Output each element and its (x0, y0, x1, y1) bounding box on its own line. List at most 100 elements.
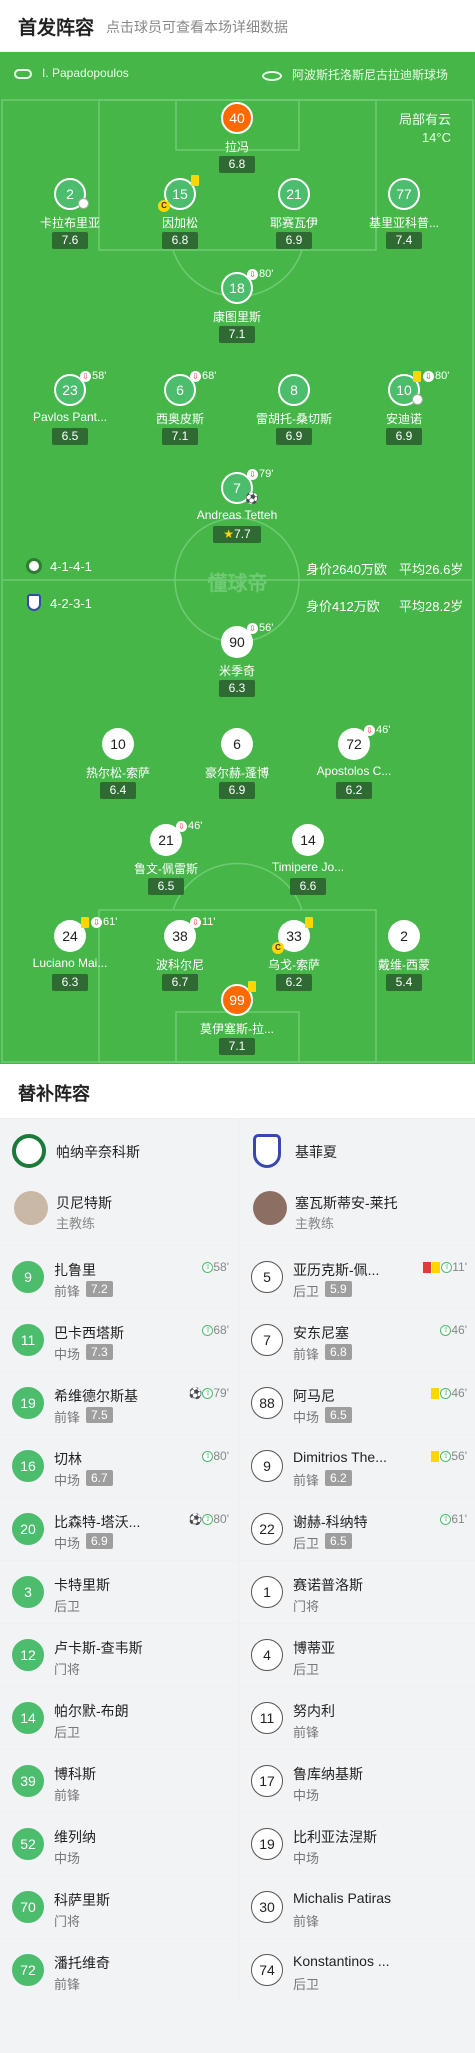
home-coach[interactable]: 贝尼特斯 主教练 (0, 1179, 237, 1245)
sub-out-icon: ⇩ (247, 468, 258, 480)
away-coach[interactable]: 塞瓦斯蒂安-莱托 主教练 (239, 1179, 475, 1245)
sub-player-row[interactable]: 19 希维德尔斯基 前锋 7.5 ⚽ ⇧ 79' (0, 1371, 237, 1434)
player-rating: 6.9 (219, 782, 255, 799)
sub-player-row[interactable]: 74 Konstantinos ... 后卫 (239, 1938, 475, 2001)
sub-player-row[interactable]: 30 Michalis Patiras 前锋 (239, 1875, 475, 1938)
sub-out-icon: ⇩ (176, 820, 187, 832)
home-player[interactable]: 8 雷胡托-桑切斯 6.9 (234, 374, 354, 454)
sub-player-row[interactable]: 52 维列纳 中场 (0, 1812, 237, 1875)
sub-player-row[interactable]: 39 博科斯 前锋 (0, 1749, 237, 1812)
player-rating: 7.6 (52, 232, 88, 249)
sub-player-row[interactable]: 22 谢赫-科纳特 后卫 6.5 ⇧ 61' (239, 1497, 475, 1560)
home-player[interactable]: 40 拉冯 6.8 (177, 102, 297, 182)
sub-time: 68' (213, 1323, 229, 1337)
away-value: 身价412万欧 (306, 599, 380, 614)
sub-player-row[interactable]: 12 卢卡斯-查韦斯 门将 (0, 1623, 237, 1686)
away-player[interactable]: 2 戴维-西蒙 5.4 (344, 920, 464, 1000)
away-player[interactable]: 99 莫伊塞斯-拉... 7.1 (177, 981, 297, 1064)
temperature-text: 14°C (421, 130, 451, 145)
sub-player-row[interactable]: 70 科萨里斯 门将 (0, 1875, 237, 1938)
away-player[interactable]: 24 ⇩ 61' Luciano Mai... 6.3 (10, 916, 130, 1000)
sub-player-row[interactable]: 9 Dimitrios The... 前锋 6.2 ⇧ 56' (239, 1434, 475, 1497)
home-player[interactable]: 6 ⇩ 68' 西奥皮斯 7.1 (120, 370, 240, 454)
home-player[interactable]: 2 卡拉布里亚 7.6 (10, 178, 130, 258)
sub-player-row[interactable]: 72 潘托维奇 前锋 (0, 1938, 237, 2001)
home-player[interactable]: 77 基里亚科普... 7.4 (344, 178, 464, 258)
player-name: 因加松 (161, 216, 198, 230)
sub-player-row[interactable]: 17 鲁库纳基斯 中场 (239, 1749, 475, 1812)
sub-position: 后卫 (293, 1977, 320, 1992)
sub-player-row[interactable]: 1 赛诺普洛斯 门将 (239, 1560, 475, 1623)
player-rating: 6.3 (52, 974, 88, 991)
sub-name: 谢赫-科纳特 (293, 1514, 368, 1530)
away-player[interactable]: 10 热尔松-索萨 6.4 (58, 728, 178, 808)
sub-event: ⇧ 61' (440, 1512, 467, 1526)
home-player[interactable]: 15 C 因加松 6.8 (120, 175, 240, 258)
away-team-header[interactable]: 基菲夏 (239, 1119, 475, 1179)
sub-rating: 6.2 (325, 1470, 352, 1486)
sub-rating: 5.9 (325, 1281, 352, 1297)
sub-name: Konstantinos ... (293, 1953, 390, 1969)
subs-header: 替补阵容 (0, 1064, 475, 1118)
sub-player-row[interactable]: 11 努内利 前锋 (239, 1686, 475, 1749)
player-rating: 6.9 (276, 428, 312, 445)
home-player[interactable]: 21 耶赛瓦伊 6.9 (234, 178, 354, 258)
sub-number: 9 (251, 1450, 283, 1482)
away-player[interactable]: 14 Timipere Jo... 6.6 (248, 824, 368, 904)
yellow-card-icon (81, 917, 89, 928)
sub-player-row[interactable]: 7 安东尼塞 前锋 6.8 ⇧ 46' (239, 1308, 475, 1371)
sub-position: 门将 (54, 1662, 81, 1677)
sub-rating: 6.8 (325, 1344, 352, 1360)
sub-out-info: ⇩ 46' (176, 820, 202, 832)
home-player[interactable]: 10 ⇩ 80' 安迪诺 6.9 (344, 370, 464, 454)
sub-player-row[interactable]: 88 阿马尼 中场 6.5 ⇧ 46' (239, 1371, 475, 1434)
away-player[interactable]: 72 ⇩ 46' Apostolos C... 6.2 (294, 724, 414, 808)
home-player[interactable]: 7 ⇩ 79' ⚽ Andreas Tetteh ★7.7 (177, 468, 297, 552)
player-number: 40 (221, 102, 253, 134)
sub-out-time: 80' (259, 268, 274, 280)
yellow-card-icon (248, 981, 256, 992)
sub-position: 中场 (54, 1536, 81, 1551)
sub-out-icon: ⇩ (80, 370, 91, 382)
player-number: 10 (102, 728, 134, 760)
away-player[interactable]: 90 ⇩ 56' 米季奇 6.3 (177, 622, 297, 706)
captain-icon: C (272, 942, 284, 954)
sub-out-info: ⇩ 46' (364, 724, 390, 736)
sub-out-icon: ⇩ (364, 724, 375, 736)
sub-in-icon: ⇧ (202, 1262, 214, 1274)
sub-player-row[interactable]: 20 比森特-塔沃... 中场 6.9 ⚽ ⇧ 80' (0, 1497, 237, 1560)
sub-out-info: ⇩ 80' (247, 268, 273, 280)
home-value: 身价2640万欧 (306, 562, 387, 577)
star-icon: ★ (223, 527, 235, 541)
sub-position: 后卫 (293, 1536, 320, 1551)
sub-time: 56' (451, 1449, 467, 1463)
sub-player-row[interactable]: 9 扎鲁里 前锋 7.2 ⇧ 58' (0, 1245, 237, 1308)
sub-position: 门将 (54, 1914, 81, 1929)
home-player[interactable]: 23 ⇩ 58' Pavlos Pant... 6.5 (10, 370, 130, 454)
sub-position: 前锋 (54, 1977, 81, 1992)
home-player[interactable]: 18 ⇩ 80' 康图里斯 7.1 (177, 268, 297, 352)
away-player[interactable]: 6 豪尔赫-蓬博 6.9 (177, 728, 297, 808)
sub-player-row[interactable]: 19 比利亚法涅斯 中场 (239, 1812, 475, 1875)
stadium-info: 阿波斯托洛斯尼古拉迪斯球场 (262, 66, 448, 83)
sub-position: 中场 (293, 1851, 320, 1866)
player-rating: 6.6 (290, 878, 326, 895)
goal-icon: ⚽ (188, 1514, 203, 1527)
player-name: 波科尔尼 (155, 958, 204, 972)
sub-player-row[interactable]: 14 帕尔默-布朗 后卫 (0, 1686, 237, 1749)
injury-icon (78, 198, 89, 209)
sub-player-row[interactable]: 11 巴卡西塔斯 中场 7.3 ⇧ 68' (0, 1308, 237, 1371)
sub-player-row[interactable]: 16 切林 中场 6.7 ⇧ 80' (0, 1434, 237, 1497)
sub-out-icon: ⇩ (190, 370, 201, 382)
sub-name: 希维德尔斯基 (54, 1388, 138, 1404)
sub-player-row[interactable]: 4 博蒂亚 后卫 (239, 1623, 475, 1686)
player-name: 西奥皮斯 (155, 412, 204, 426)
sub-player-row[interactable]: 5 亚历克斯-佩... 后卫 5.9 ⇧ 11' (239, 1245, 475, 1308)
sub-position: 后卫 (293, 1284, 320, 1299)
sub-name: 潘托维奇 (54, 1955, 110, 1971)
away-player[interactable]: 21 ⇩ 46' 鲁文-佩雷斯 6.5 (106, 820, 226, 904)
sub-position: 中场 (293, 1410, 320, 1425)
sub-time: 80' (213, 1512, 229, 1526)
home-team-header[interactable]: 帕纳辛奈科斯 (0, 1119, 237, 1179)
sub-player-row[interactable]: 3 卡特里斯 后卫 (0, 1560, 237, 1623)
